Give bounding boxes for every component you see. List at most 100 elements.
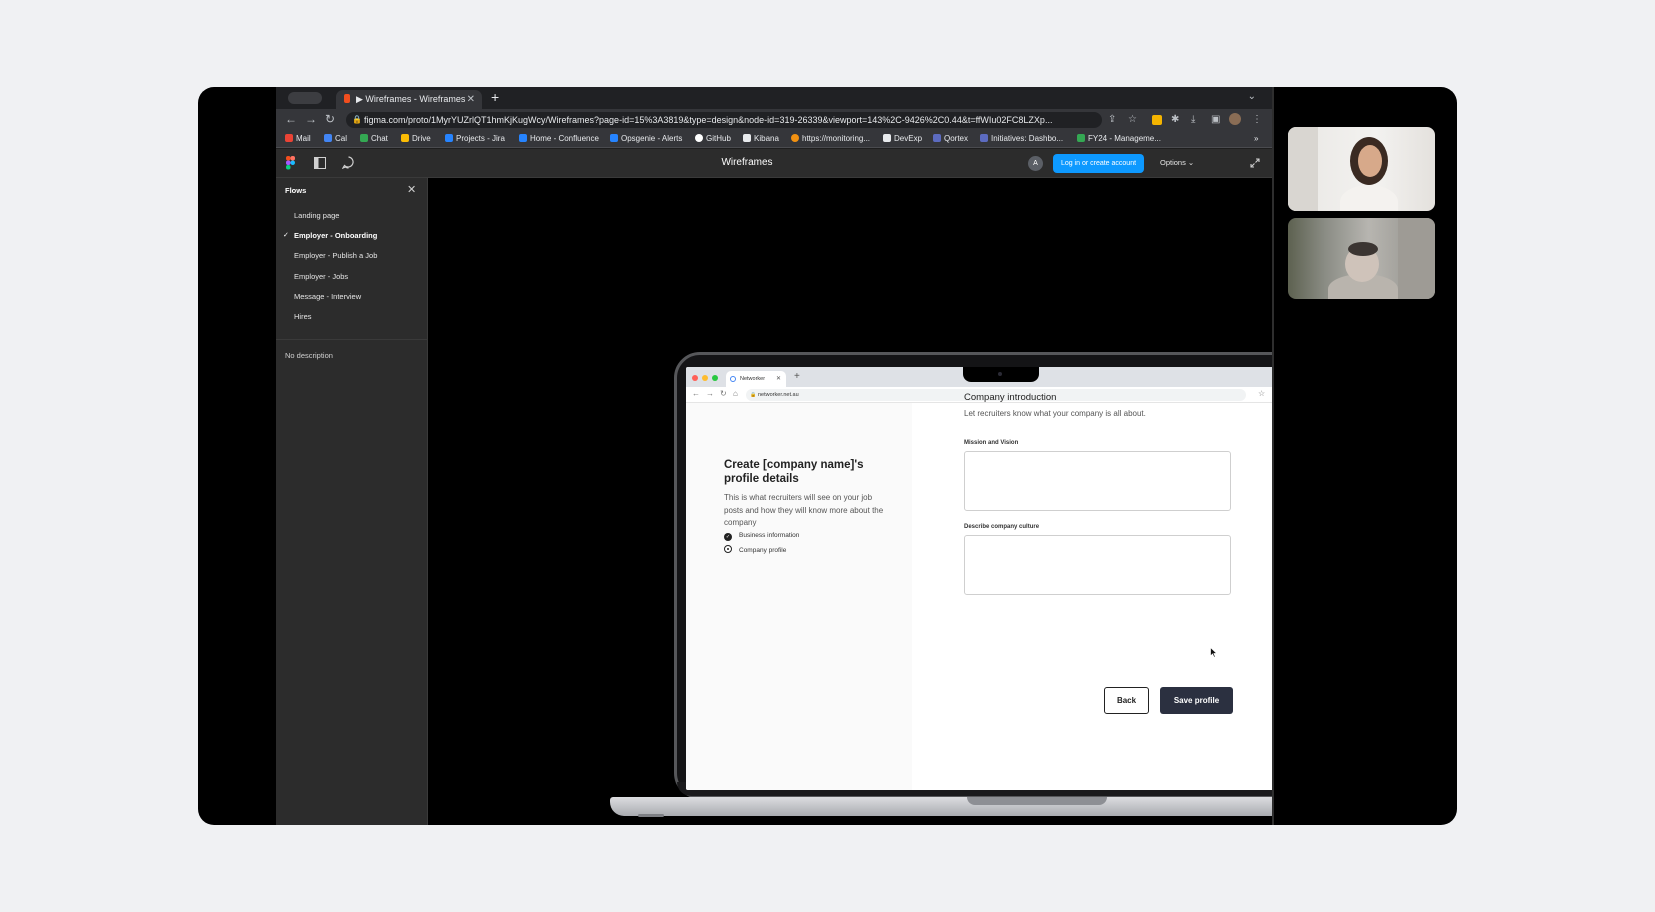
mission-textarea[interactable] [964, 451, 1231, 511]
options-menu[interactable]: Options ⌄ [1160, 158, 1194, 167]
expand-icon[interactable] [1250, 158, 1260, 168]
flow-item-hires[interactable]: Hires [294, 312, 312, 321]
shared-screen: ▶ Wireframes - Wireframes ✕ + ⌄ ← → ↻ 🔒 … [276, 87, 1272, 825]
new-tab-icon[interactable]: + [491, 89, 499, 105]
culture-label: Describe company culture [964, 524, 1040, 530]
extension-icon[interactable] [1152, 115, 1162, 125]
home-icon[interactable]: ⌂ [733, 389, 738, 398]
bookmark-confluence[interactable]: Home - Confluence [519, 133, 599, 145]
wall-shadow [1288, 127, 1318, 211]
browser-tab-bar: ▶ Wireframes - Wireframes ✕ + ⌄ [276, 87, 1272, 109]
meeting-frame: ▶ Wireframes - Wireframes ✕ + ⌄ ← → ↻ 🔒 … [198, 87, 1457, 825]
download-icon[interactable]: ⤓ [1191, 114, 1195, 126]
laptop-base-notch [967, 797, 1107, 805]
sheets-icon [1077, 134, 1085, 142]
flow-item-employer-jobs[interactable]: Employer - Jobs [294, 272, 348, 281]
lock-icon: 🔒 [750, 392, 757, 398]
share-icon[interactable]: ⇪ [1108, 114, 1116, 126]
participant-face [1358, 145, 1382, 177]
figma-icon [344, 94, 350, 103]
address-url: figma.com/proto/1MyrYUZrlQT1hmKjKugWcy/W… [364, 115, 1053, 125]
kebab-menu-icon[interactable]: ⋮ [1252, 114, 1262, 126]
mail-icon [285, 134, 293, 142]
step-company-profile: Company profile [724, 545, 786, 554]
minimize-dot [702, 375, 708, 381]
check-icon: ✓ [283, 232, 289, 239]
chat-icon [360, 134, 368, 142]
drive-icon [401, 134, 409, 142]
flow-item-message-interview[interactable]: Message - Interview [294, 292, 361, 301]
bookmark-fy24[interactable]: FY24 - Manageme... [1077, 133, 1161, 145]
close-dot [692, 375, 698, 381]
browser-toolbar: ← → ↻ 🔒 figma.com/proto/1MyrYUZrlQT1hmKj… [276, 109, 1272, 131]
divider [276, 339, 428, 340]
google-icon [730, 376, 736, 382]
bookmark-qortex[interactable]: Qortex [933, 133, 968, 145]
culture-textarea[interactable] [964, 535, 1231, 595]
bookmark-jira[interactable]: Projects - Jira [445, 133, 505, 145]
jira-icon [445, 134, 453, 142]
save-profile-button[interactable]: Save profile [1160, 687, 1233, 714]
page-title: Create [company name]'s profile details [724, 459, 864, 485]
more-bookmarks-icon[interactable]: » [1254, 133, 1258, 145]
user-avatar[interactable]: A [1028, 156, 1043, 171]
qortex-icon [933, 134, 941, 142]
maximize-dot [712, 375, 718, 381]
sidepanel-icon[interactable]: ▣ [1211, 114, 1220, 126]
bookmark-chat[interactable]: Chat [360, 133, 388, 145]
calendar-icon [324, 134, 332, 142]
laptop-screen: Networker ✕ + ← → ↻ ⌂ 🔒 networker.net.au… [686, 367, 1272, 790]
back-button[interactable]: Back [1104, 687, 1149, 714]
participant-hair [1348, 242, 1378, 256]
prototype-canvas: Networker ✕ + ← → ↻ ⌂ 🔒 networker.net.au… [428, 178, 1272, 825]
bookmark-opsgenie[interactable]: Opsgenie - Alerts [610, 133, 682, 145]
star-icon[interactable]: ☆ [1128, 114, 1137, 126]
laptop-foot [638, 814, 664, 817]
bookmark-cal[interactable]: Cal [324, 133, 347, 145]
bookmark-mail[interactable]: Mail [285, 133, 311, 145]
browser-tab-wireframes[interactable]: ▶ Wireframes - Wireframes ✕ [336, 90, 482, 109]
login-button[interactable]: Log in or create account [1053, 154, 1144, 173]
forward-arrow-icon[interactable]: → [706, 389, 714, 398]
back-arrow-icon[interactable]: ← [285, 112, 297, 126]
close-icon[interactable]: ✕ [407, 183, 416, 196]
folder-icon [743, 134, 751, 142]
back-arrow-icon[interactable]: ← [692, 389, 700, 398]
participant-video-1[interactable] [1288, 127, 1435, 211]
chevron-down-icon[interactable]: ⌄ [1248, 91, 1256, 102]
divider [1272, 87, 1274, 825]
radio-current-icon [724, 545, 732, 553]
opsgenie-icon [610, 134, 618, 142]
bookmark-monitoring[interactable]: https://monitoring... [791, 133, 870, 145]
address-bar[interactable]: 🔒 figma.com/proto/1MyrYUZrlQT1hmKjKugWcy… [346, 112, 1102, 128]
check-circle-icon: ✓ [724, 533, 732, 541]
flow-item-employer-onboarding[interactable]: Employer - Onboarding [294, 231, 377, 240]
step-business-information: ✓ Business information [724, 532, 800, 541]
section-description: Let recruiters know what your company is… [964, 409, 1146, 418]
page-description: This is what recruiters will see on your… [724, 493, 884, 527]
camera-lens [998, 372, 1002, 376]
reload-icon[interactable]: ↻ [325, 112, 335, 126]
bookmark-drive[interactable]: Drive [401, 133, 431, 145]
confluence-icon [519, 134, 527, 142]
forward-arrow-icon[interactable]: → [305, 112, 317, 126]
flow-item-landing-page[interactable]: Landing page [294, 211, 339, 220]
flow-item-employer-publish-job[interactable]: Employer - Publish a Job [294, 251, 377, 260]
new-tab-icon[interactable]: + [794, 371, 800, 382]
puzzle-icon[interactable]: ✱ [1171, 114, 1179, 126]
bookmark-devexp[interactable]: DevExp [883, 133, 922, 145]
close-tab-icon[interactable]: ✕ [467, 90, 475, 109]
bookmark-kibana[interactable]: Kibana [743, 133, 779, 145]
bookmarks-bar: Mail Cal Chat Drive Projects - Jira Home… [276, 131, 1272, 148]
bookmark-initiatives[interactable]: Initiatives: Dashbo... [980, 133, 1063, 145]
participant-video-2[interactable] [1288, 218, 1435, 299]
reload-icon[interactable]: ↻ [720, 389, 727, 398]
star-icon[interactable]: ☆ [1258, 389, 1265, 398]
profile-avatar[interactable] [1229, 113, 1241, 125]
github-icon [695, 134, 703, 142]
tab-group-pill[interactable] [288, 92, 322, 104]
section-title: Company introduction [964, 392, 1057, 403]
bookmark-github[interactable]: GitHub [695, 133, 731, 145]
close-tab-icon[interactable]: ✕ [776, 371, 781, 387]
mock-tab-networker[interactable]: Networker ✕ [726, 371, 786, 387]
